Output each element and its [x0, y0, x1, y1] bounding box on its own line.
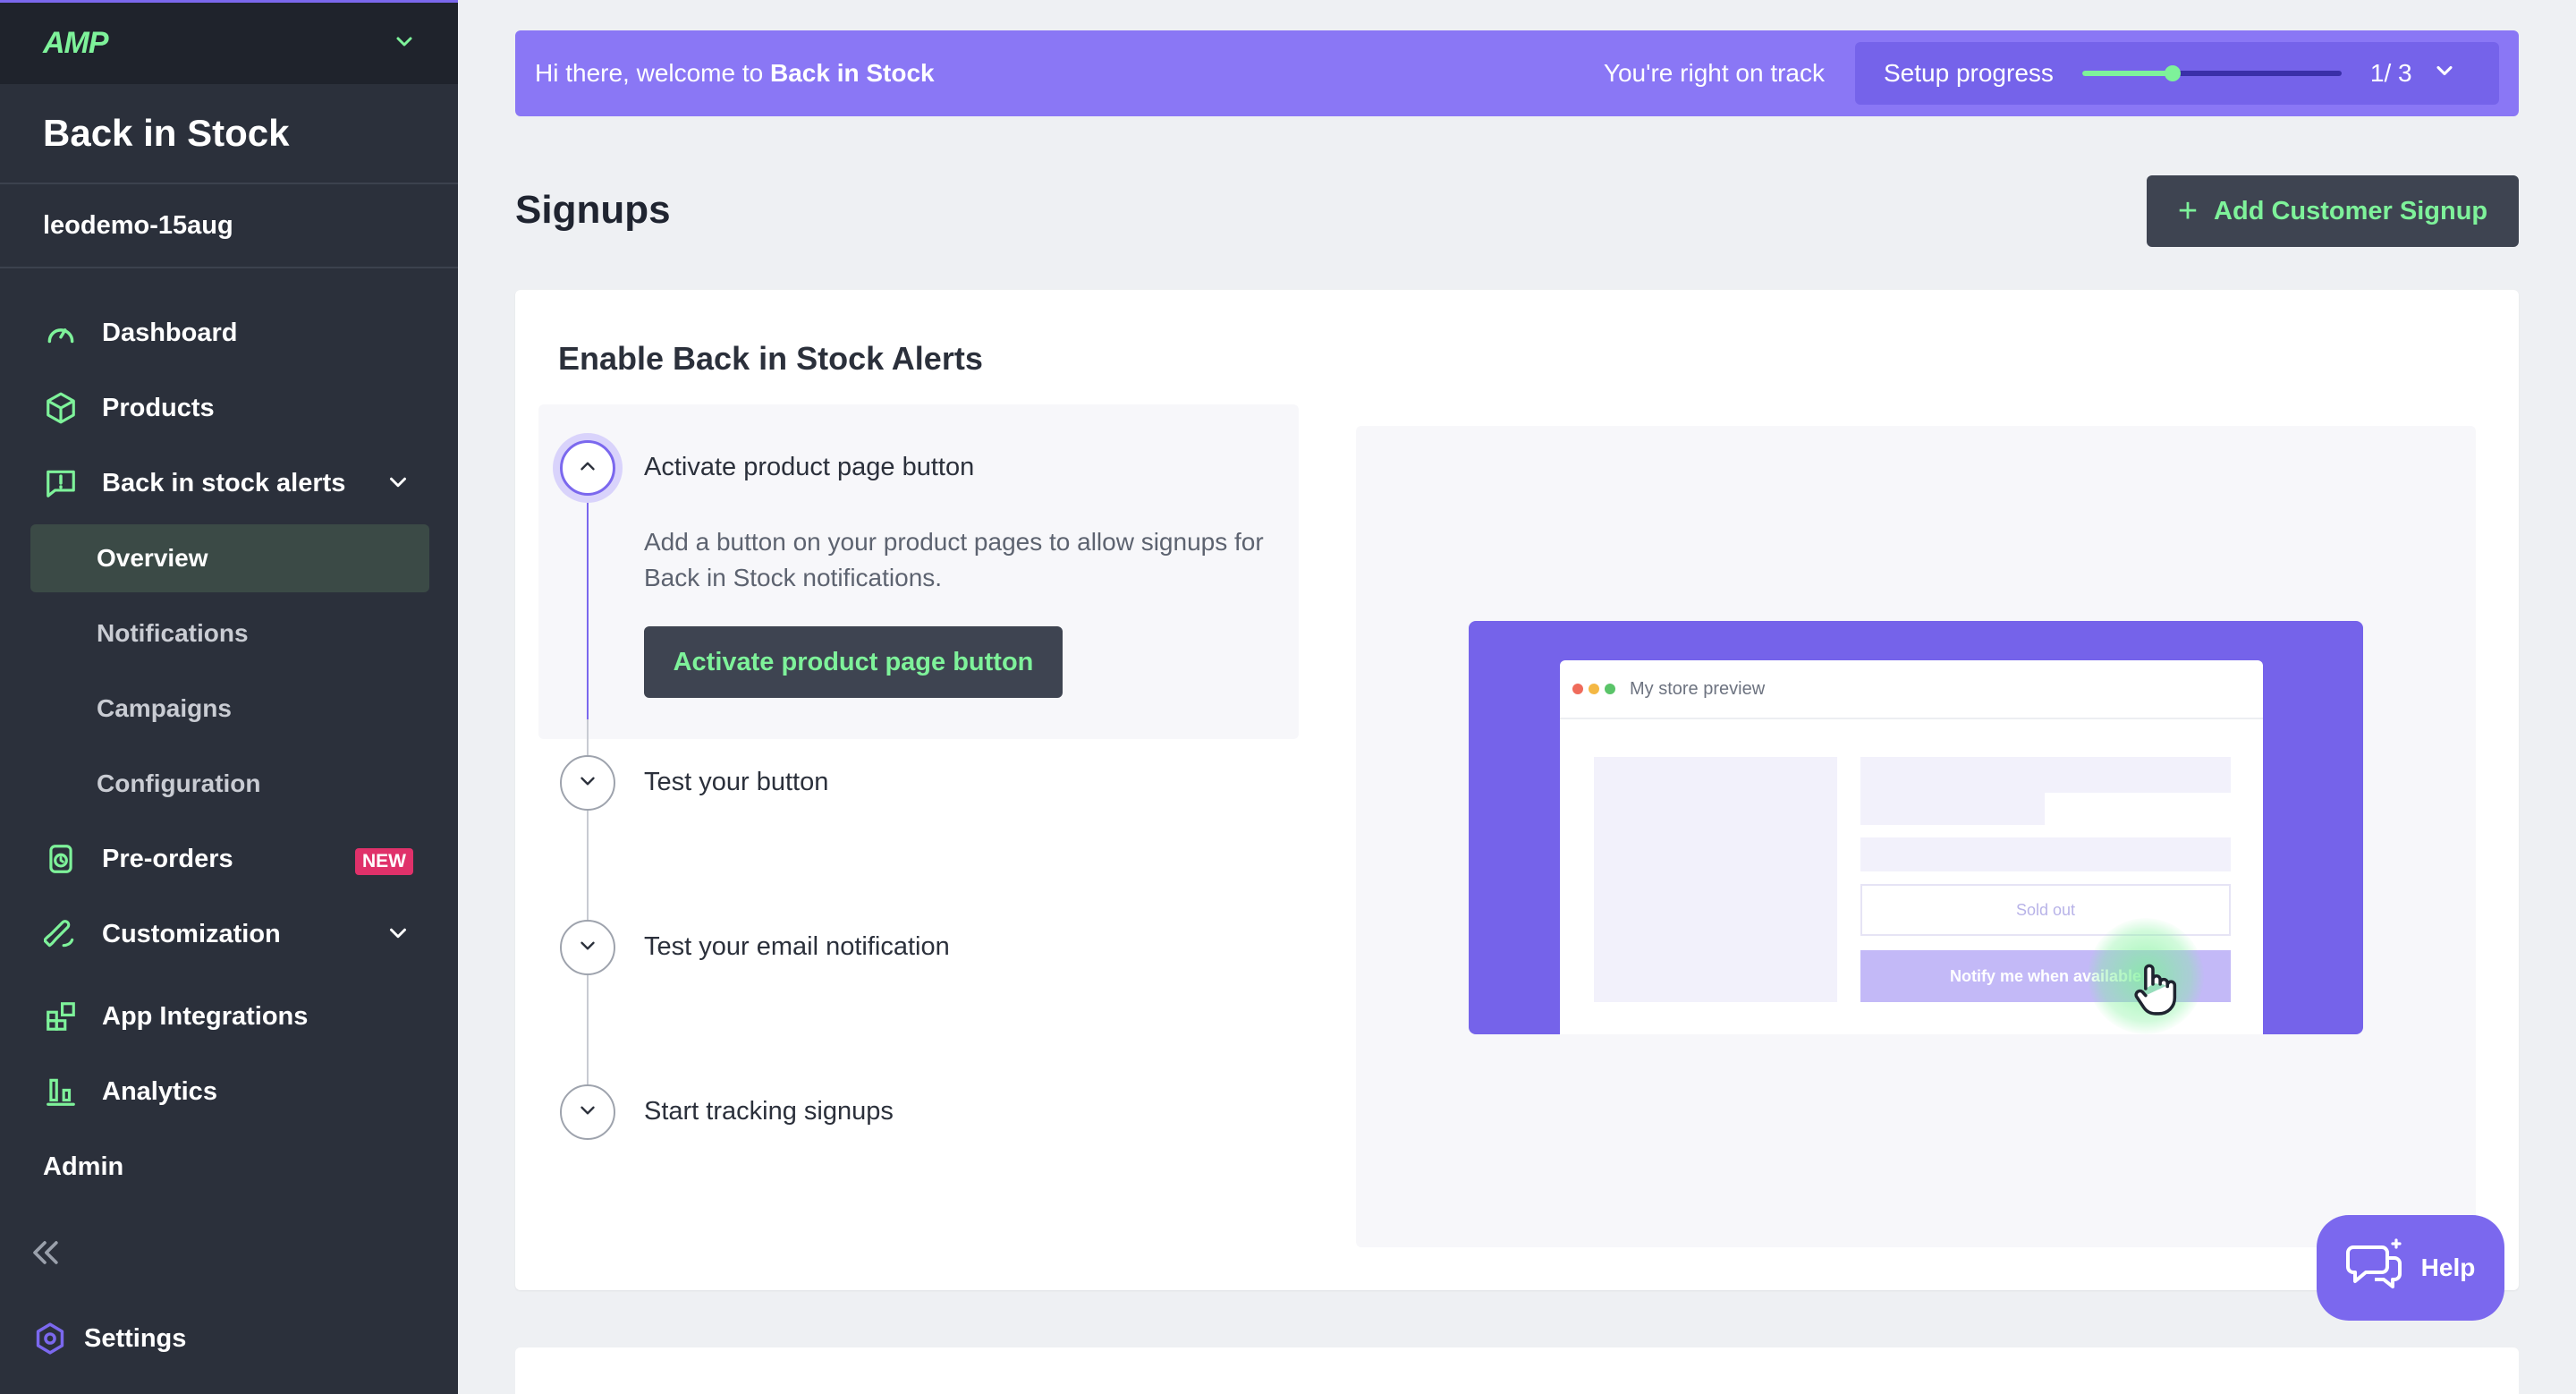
setup-progress-knob: [2165, 65, 2182, 81]
welcome-banner: Hi there, welcome to Back in Stock You'r…: [515, 30, 2519, 116]
sidebar-item-back-in-stock-alerts[interactable]: Back in stock alerts: [0, 449, 458, 517]
sidebar-subitem-notifications[interactable]: Notifications: [30, 599, 429, 667]
chevron-down-icon: [576, 1099, 599, 1126]
message-alert-icon: [43, 465, 79, 501]
steps-timeline-active: [587, 496, 589, 719]
sidebar-item-products[interactable]: Products: [0, 374, 458, 442]
sidebar-subitem-label: Configuration: [97, 769, 261, 797]
store-name: leodemo-15aug: [0, 184, 458, 268]
sidebar-subitem-label: Overview: [97, 544, 208, 572]
store-preview-window: My store preview Sold out Notify me when…: [1560, 660, 2263, 1034]
sidebar-item-label: Back in stock alerts: [102, 468, 346, 497]
sidebar-subitem-configuration[interactable]: Configuration: [30, 750, 429, 818]
welcome-prefix: Hi there, welcome to: [535, 59, 770, 87]
welcome-app-name: Back in Stock: [770, 59, 935, 87]
window-dot-yellow: [1589, 684, 1599, 694]
sidebar-item-label: Analytics: [102, 1076, 217, 1106]
app-title: Back in Stock: [0, 84, 458, 184]
bar-chart-icon: [43, 1074, 79, 1109]
step-label-tracking[interactable]: Start tracking signups: [644, 1097, 894, 1126]
new-badge: NEW: [355, 848, 413, 875]
welcome-text: Hi there, welcome to Back in Stock: [535, 59, 935, 88]
preview-window-title: My store preview: [1630, 678, 1766, 699]
step-label-test-button[interactable]: Test your button: [644, 768, 828, 797]
plus-icon: +: [2177, 191, 2199, 230]
sidebar-item-label: Dashboard: [102, 318, 238, 347]
chevron-down-icon: [576, 769, 599, 797]
setup-progress-fill: [2081, 71, 2174, 76]
add-customer-signup-button[interactable]: + Add Customer Signup: [2147, 175, 2519, 247]
sidebar-subitem-overview[interactable]: Overview: [30, 524, 429, 592]
chat-bubbles-icon: [2345, 1237, 2421, 1300]
step-toggle-activate[interactable]: [560, 440, 615, 496]
product-price-placeholder: [1860, 837, 2231, 871]
step-toggle-test-email[interactable]: [560, 920, 615, 975]
sidebar-item-analytics[interactable]: Analytics: [0, 1058, 458, 1126]
setup-progress-bar: [2081, 65, 2342, 81]
page-title: Signups: [515, 188, 671, 232]
step-toggle-tracking[interactable]: [560, 1084, 615, 1140]
chevron-down-icon: [576, 934, 599, 962]
sidebar-item-label: Products: [102, 393, 215, 422]
sidebar-subitem-campaigns[interactable]: Campaigns: [30, 675, 429, 743]
sidebar-item-label: Pre-orders: [102, 844, 233, 873]
signups-table-card: [515, 1347, 2519, 1394]
help-button[interactable]: Help: [2317, 1215, 2504, 1321]
sidebar-item-label: Admin: [43, 1152, 124, 1181]
setup-progress-count: 1/ 3: [2369, 59, 2412, 87]
collapse-sidebar-button[interactable]: [0, 1222, 458, 1290]
sidebar-item-customization[interactable]: Customization: [0, 900, 458, 968]
sidebar: AMP Back in Stock leodemo-15aug Dashboar…: [0, 0, 458, 1394]
step-label-activate[interactable]: Activate product page button: [644, 453, 974, 482]
sidebar-subitem-label: Campaigns: [97, 694, 232, 722]
chevron-down-icon: [385, 469, 411, 503]
sidebar-item-dashboard[interactable]: Dashboard: [0, 299, 458, 367]
paint-brush-icon: [43, 916, 79, 952]
sidebar-item-admin[interactable]: Admin: [0, 1133, 458, 1201]
sidebar-item-app-integrations[interactable]: App Integrations: [0, 982, 458, 1050]
pointer-hand-icon: [2127, 959, 2182, 1023]
preview-window-bar: My store preview: [1560, 660, 2263, 719]
sidebar-item-label: Customization: [102, 919, 281, 948]
sidebar-subitem-label: Notifications: [97, 619, 249, 647]
amp-logo: AMP: [43, 26, 109, 60]
sidebar-item-settings[interactable]: Settings: [0, 1305, 458, 1373]
double-chevron-left-icon: [25, 1233, 64, 1279]
sidebar-item-pre-orders[interactable]: Pre-orders NEW: [0, 825, 458, 893]
gauge-icon: [43, 315, 79, 351]
setup-progress-label: Setup progress: [1884, 59, 2054, 87]
product-image-placeholder: [1594, 757, 1837, 1002]
clock-box-icon: [43, 841, 79, 877]
store-preview-illustration: My store preview Sold out Notify me when…: [1469, 621, 2363, 1034]
org-switcher[interactable]: AMP: [0, 0, 458, 84]
setup-progress-toggle[interactable]: Setup progress 1/ 3: [1855, 42, 2499, 105]
add-customer-signup-label: Add Customer Signup: [2214, 196, 2488, 225]
hexagon-gear-icon: [32, 1321, 68, 1356]
chevron-up-icon: [576, 455, 599, 482]
step-description: Add a button on your product pages to al…: [644, 528, 1264, 591]
step-label-test-email[interactable]: Test your email notification: [644, 932, 950, 962]
sidebar-item-label: App Integrations: [102, 1001, 309, 1031]
sidebar-item-label: Settings: [84, 1323, 187, 1353]
step-toggle-test-button[interactable]: [560, 755, 615, 811]
window-dot-green: [1605, 684, 1615, 694]
product-title-placeholder: [1860, 757, 2231, 793]
chevron-down-icon: [394, 30, 415, 56]
box-icon: [43, 390, 79, 426]
chevron-down-icon: [2432, 58, 2457, 89]
chevron-down-icon: [385, 920, 411, 954]
product-subtitle-placeholder: [1860, 793, 2045, 825]
help-label: Help: [2420, 1254, 2476, 1281]
activate-product-page-button[interactable]: Activate product page button: [644, 626, 1063, 698]
window-dot-red: [1572, 684, 1583, 694]
track-status: You're right on track: [1603, 59, 1825, 87]
card-title: Enable Back in Stock Alerts: [558, 340, 983, 377]
grid-plus-icon: [43, 999, 79, 1034]
